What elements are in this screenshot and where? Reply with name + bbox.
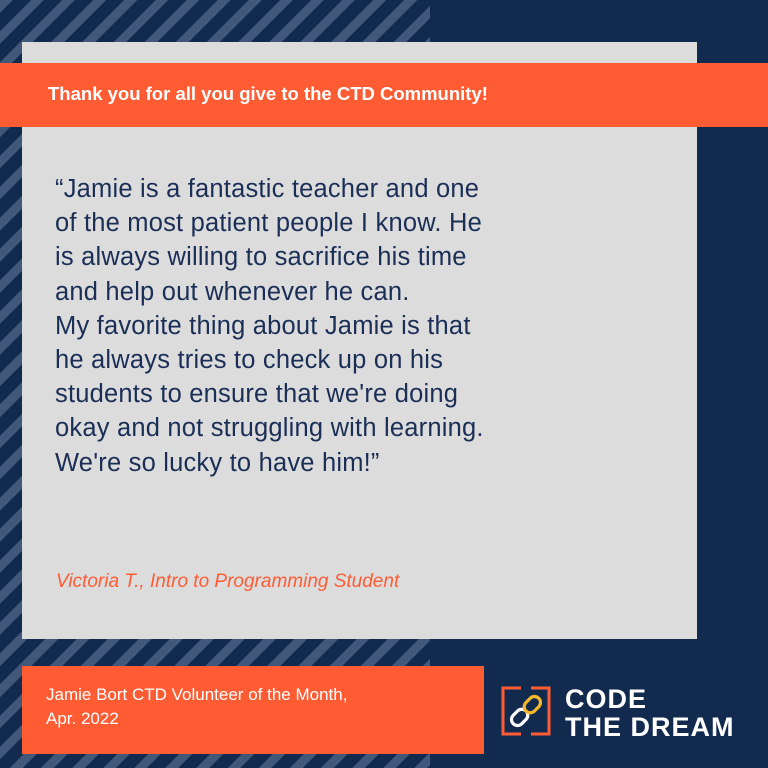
quote-line: and help out whenever he can. (55, 277, 410, 306)
quote-line: of the most patient people I know. He (55, 209, 482, 238)
quote-line: is always willing to sacrifice his time (55, 243, 467, 272)
quote-line: “Jamie is a fantastic teacher and one (55, 175, 480, 203)
quote-line: he always tries to check up on his (55, 346, 444, 375)
quote-line: okay and not struggling with learning. (55, 414, 484, 443)
volunteer-banner: Jamie Bort CTD Volunteer of the Month, A… (22, 666, 484, 754)
quote-attribution: Victoria T., Intro to Programming Studen… (56, 571, 400, 592)
chain-link-icon (501, 686, 551, 736)
thank-you-banner: Thank you for all you give to the CTD Co… (0, 63, 768, 127)
logo-word-code: CODE (565, 684, 648, 714)
volunteer-date: Apr. 2022 (46, 709, 119, 728)
thank-you-text: Thank you for all you give to the CTD Co… (48, 83, 488, 104)
logo-word-the-dream: THE DREAM (565, 712, 735, 742)
canvas: Thank you for all you give to the CTD Co… (0, 0, 768, 768)
volunteer-title: Jamie Bort CTD Volunteer of the Month, (46, 685, 348, 704)
quote-line: We're so lucky to have him!” (55, 448, 380, 477)
quote-line: My favorite thing about Jamie is that (55, 311, 471, 340)
testimonial-quote: “Jamie is a fantastic teacher and one of… (55, 172, 685, 480)
quote-line: students to ensure that we're doing (55, 380, 459, 409)
